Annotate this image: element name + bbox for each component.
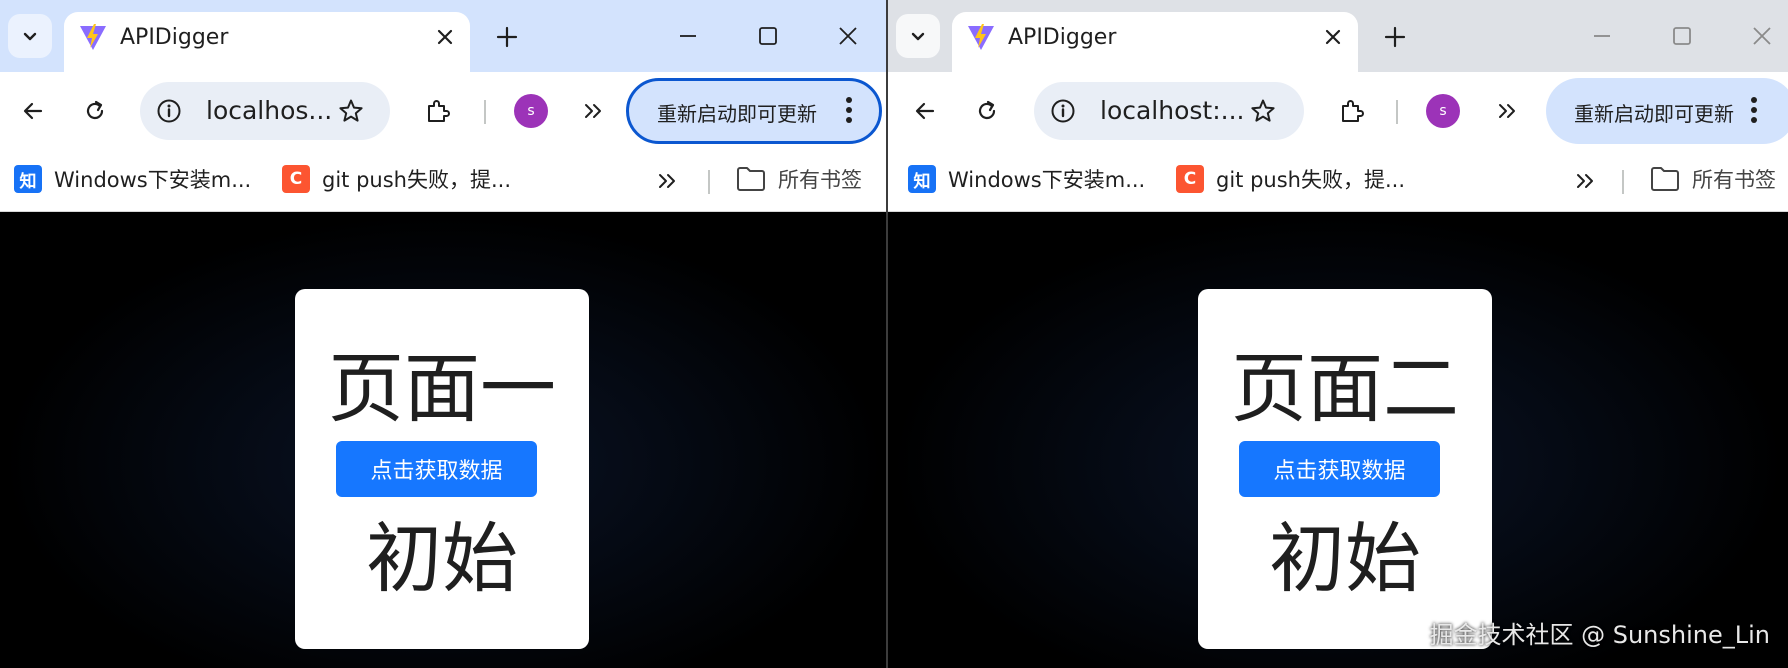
all-bookmarks[interactable]: 所有书签 — [736, 162, 862, 196]
bookmark-label: Windows下安装m... — [948, 168, 1146, 192]
tab-search-icon[interactable] — [896, 14, 940, 58]
tab-search-icon[interactable] — [8, 14, 52, 58]
vite-logo-icon — [78, 22, 108, 52]
extensions-icon[interactable] — [417, 90, 459, 132]
status-text: 初始 — [366, 514, 518, 603]
extensions-icon[interactable] — [1331, 90, 1373, 132]
folder-icon — [736, 166, 766, 192]
tab-strip: APIDigger — [0, 0, 888, 72]
bookmark-item[interactable]: C git push失败，提... — [1176, 162, 1405, 196]
more-vert-icon[interactable] — [831, 92, 867, 128]
fetch-data-button[interactable]: 点击获取数据 — [336, 441, 537, 497]
page-card: 页面一 点击获取数据 初始 — [295, 289, 589, 649]
toolbar-separator — [1396, 100, 1398, 124]
browser-window-left: APIDigger localhos... s 重新启动即可更新 知 Windo… — [0, 0, 888, 668]
close-window-icon[interactable] — [1734, 14, 1788, 58]
back-arrow-icon[interactable] — [12, 90, 54, 132]
address-text: localhos... — [206, 96, 333, 125]
csdn-icon: C — [1176, 165, 1204, 193]
bookmarks-bar: 知 Windows下安装m... C git push失败，提... 所有书签 — [888, 150, 1788, 212]
avatar[interactable]: s — [1426, 94, 1460, 128]
update-label: 重新启动即可更新 — [1574, 102, 1734, 126]
status-text: 初始 — [1269, 514, 1421, 603]
vite-logo-icon — [966, 22, 996, 52]
tab-apidigger[interactable]: APIDigger — [64, 12, 470, 72]
page-viewport: 页面一 点击获取数据 初始 — [0, 212, 888, 668]
minimize-icon[interactable] — [1574, 14, 1630, 58]
close-window-icon[interactable] — [820, 14, 876, 58]
bookmarks-bar: 知 Windows下安装m... C git push失败，提... 所有书签 — [0, 150, 888, 212]
address-bar[interactable]: localhost:... — [1034, 82, 1304, 140]
window-divider — [886, 0, 888, 668]
tab-apidigger[interactable]: APIDigger — [952, 12, 1358, 72]
all-bookmarks-label: 所有书签 — [1692, 168, 1776, 192]
more-vert-icon[interactable] — [1736, 92, 1772, 128]
update-label: 重新启动即可更新 — [657, 102, 817, 126]
plus-icon[interactable] — [1378, 20, 1412, 54]
reload-icon[interactable] — [74, 90, 116, 132]
back-arrow-icon[interactable] — [904, 90, 946, 132]
fetch-data-button[interactable]: 点击获取数据 — [1239, 441, 1440, 497]
all-bookmarks[interactable]: 所有书签 — [1650, 162, 1776, 196]
star-icon[interactable] — [336, 96, 366, 126]
bookmark-label: git push失败，提... — [322, 168, 511, 192]
update-button[interactable]: 重新启动即可更新 — [1546, 78, 1788, 144]
toolbar-separator — [484, 100, 486, 124]
close-icon[interactable] — [1320, 24, 1346, 50]
chevrons-right-icon[interactable] — [1486, 90, 1528, 132]
browser-window-right: APIDigger localhost:... s 重新启动即可更新 知 Win… — [888, 0, 1788, 668]
bookmark-item[interactable]: C git push失败，提... — [282, 162, 511, 196]
minimize-icon[interactable] — [660, 14, 716, 58]
bookmarks-separator — [708, 170, 710, 194]
csdn-icon: C — [282, 165, 310, 193]
chevrons-right-icon[interactable] — [1570, 166, 1600, 196]
page-viewport: 页面二 点击获取数据 初始 掘金技术社区 @ Sunshine_Lin — [888, 212, 1788, 668]
reload-icon[interactable] — [966, 90, 1008, 132]
tab-title: APIDigger — [1008, 25, 1117, 50]
bookmark-item[interactable]: 知 Windows下安装m... — [908, 162, 1145, 196]
info-icon[interactable] — [1048, 96, 1078, 126]
chevrons-right-icon[interactable] — [652, 166, 682, 196]
info-icon[interactable] — [154, 96, 184, 126]
folder-icon — [1650, 166, 1680, 192]
watermark: 掘金技术社区 @ Sunshine_Lin — [1429, 621, 1770, 649]
close-icon[interactable] — [432, 24, 458, 50]
bookmark-item[interactable]: 知 Windows下安装m... — [14, 162, 251, 196]
avatar[interactable]: s — [514, 94, 548, 128]
page-title: 页面一 — [328, 344, 556, 433]
update-button[interactable]: 重新启动即可更新 — [626, 78, 882, 144]
bookmark-label: Windows下安装m... — [54, 168, 252, 192]
tab-strip: APIDigger — [888, 0, 1788, 72]
toolbar: localhost:... s 重新启动即可更新 — [888, 72, 1788, 150]
chevrons-right-icon[interactable] — [572, 90, 614, 132]
star-icon[interactable] — [1248, 96, 1278, 126]
maximize-icon[interactable] — [740, 14, 796, 58]
zhihu-icon: 知 — [14, 165, 42, 193]
all-bookmarks-label: 所有书签 — [778, 168, 862, 192]
tab-title: APIDigger — [120, 25, 229, 50]
zhihu-icon: 知 — [908, 165, 936, 193]
address-bar[interactable]: localhos... — [140, 82, 390, 140]
bookmarks-separator — [1622, 170, 1624, 194]
page-card: 页面二 点击获取数据 初始 — [1198, 289, 1492, 649]
toolbar: localhos... s 重新启动即可更新 — [0, 72, 888, 150]
address-text: localhost:... — [1100, 96, 1245, 125]
maximize-icon[interactable] — [1654, 14, 1710, 58]
bookmark-label: git push失败，提... — [1216, 168, 1405, 192]
page-title: 页面二 — [1231, 344, 1459, 433]
plus-icon[interactable] — [490, 20, 524, 54]
